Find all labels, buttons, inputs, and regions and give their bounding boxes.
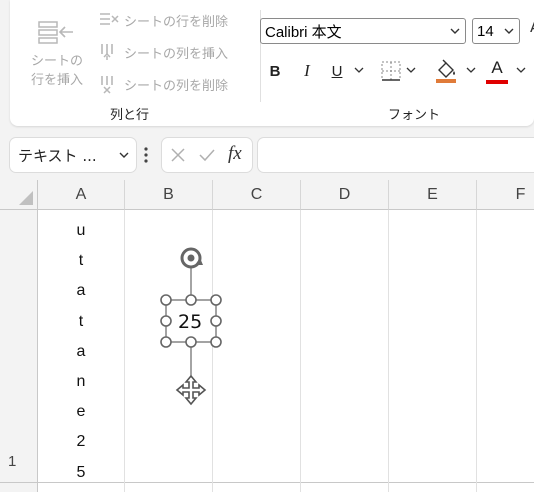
grow-font-button[interactable]: A <box>530 18 534 36</box>
gridline <box>124 210 125 492</box>
textbox-text[interactable]: 25 <box>178 311 202 333</box>
formula-input[interactable] <box>258 138 534 172</box>
gridline <box>476 210 477 492</box>
delete-columns-icon <box>101 76 113 94</box>
column-header-e[interactable]: E <box>389 180 477 210</box>
resize-handle-nw[interactable] <box>160 294 172 306</box>
delete-sheet-columns-label: シートの列を削除 <box>124 78 229 94</box>
chevron-down-icon <box>504 28 514 34</box>
cell-char: n <box>76 372 86 390</box>
gridline <box>388 210 389 492</box>
worksheet-grid[interactable]: A B C D E F 1 u t a t a n e 2 5 25 <box>0 180 534 492</box>
enter-check-icon[interactable] <box>198 147 216 163</box>
insert-columns-icon <box>101 44 113 60</box>
font-group-label: フォント <box>388 108 441 123</box>
fill-color-icon[interactable] <box>434 58 458 84</box>
cell-char: 2 <box>76 433 86 451</box>
cell-char: a <box>76 342 86 360</box>
select-all-button[interactable] <box>0 180 38 210</box>
delete-rows-icon <box>100 13 119 25</box>
chevron-down-icon[interactable] <box>406 66 416 74</box>
chevron-down-icon[interactable] <box>516 66 526 74</box>
insert-function-button[interactable]: fx <box>228 143 242 165</box>
font-name-combo[interactable]: Calibri 本文 <box>260 18 466 44</box>
font-color-button[interactable]: A <box>486 57 508 79</box>
gridline <box>300 210 301 492</box>
column-header-c[interactable]: C <box>213 180 301 210</box>
cell-char: a <box>76 282 86 300</box>
cancel-icon[interactable] <box>170 147 186 163</box>
cell-char: t <box>78 312 84 330</box>
chevron-down-icon[interactable] <box>466 66 476 74</box>
underline-button[interactable]: U <box>326 60 348 82</box>
column-header-a[interactable]: A <box>38 180 125 210</box>
cell-char: u <box>76 222 86 239</box>
fill-color-swatch <box>436 79 456 83</box>
ribbon: シートの行を挿入 シートの行を削除 シートの列を挿入 シートの列を削除 列と行 … <box>10 0 534 126</box>
resize-handle-se[interactable] <box>210 336 222 348</box>
insert-sheet-rows-button[interactable]: シートの行を挿入 <box>22 8 92 92</box>
borders-icon[interactable] <box>380 60 402 82</box>
chevron-down-icon[interactable] <box>354 66 364 74</box>
chevron-down-icon <box>119 152 129 158</box>
cell-a1[interactable]: u t a t a n e 2 5 <box>70 216 92 488</box>
resize-handle-n[interactable] <box>185 294 197 306</box>
formula-buttons: fx <box>162 138 252 172</box>
name-box[interactable]: テキスト ... <box>10 138 136 172</box>
column-header-d[interactable]: D <box>301 180 389 210</box>
chevron-down-icon <box>450 28 460 34</box>
resize-handle-ne[interactable] <box>210 294 222 306</box>
column-header-f[interactable]: F <box>477 180 534 210</box>
cell-char: e <box>76 403 86 421</box>
column-header-b[interactable]: B <box>125 180 213 210</box>
select-all-icon <box>19 191 33 205</box>
row-header-1[interactable]: 1 <box>0 210 38 482</box>
delete-sheet-rows-label: シートの行を削除 <box>124 14 229 30</box>
resize-handle-w[interactable] <box>160 315 172 327</box>
insert-sheet-columns-label: シートの列を挿入 <box>124 46 229 62</box>
delete-sheet-columns-button[interactable]: シートの列を削除 <box>98 72 228 96</box>
row-number: 1 <box>8 453 17 470</box>
more-options-icon[interactable] <box>143 146 149 164</box>
font-size-value: 14 <box>477 22 494 40</box>
insert-rows-icon <box>38 21 73 44</box>
insert-sheet-columns-button[interactable]: シートの列を挿入 <box>98 40 228 64</box>
italic-button[interactable]: I <box>296 60 318 82</box>
bold-button[interactable]: B <box>264 60 286 82</box>
resize-handle-s[interactable] <box>185 336 197 348</box>
rotate-handle-icon[interactable] <box>180 247 203 269</box>
font-size-combo[interactable]: 14 <box>472 18 520 44</box>
resize-handle-sw[interactable] <box>160 336 172 348</box>
font-color-swatch <box>486 80 508 84</box>
move-handle-icon[interactable] <box>175 374 207 406</box>
name-box-value: テキスト ... <box>18 146 97 165</box>
cell-char: 5 <box>76 463 86 481</box>
font-name-value: Calibri 本文 <box>265 23 342 41</box>
cells-group-label: 列と行 <box>110 108 150 123</box>
insert-sheet-rows-label: シートの行を挿入 <box>31 54 84 88</box>
cell-char: t <box>78 252 84 270</box>
resize-handle-e[interactable] <box>210 315 222 327</box>
delete-sheet-rows-button[interactable]: シートの行を削除 <box>98 8 228 32</box>
row-header-2[interactable] <box>0 483 38 492</box>
